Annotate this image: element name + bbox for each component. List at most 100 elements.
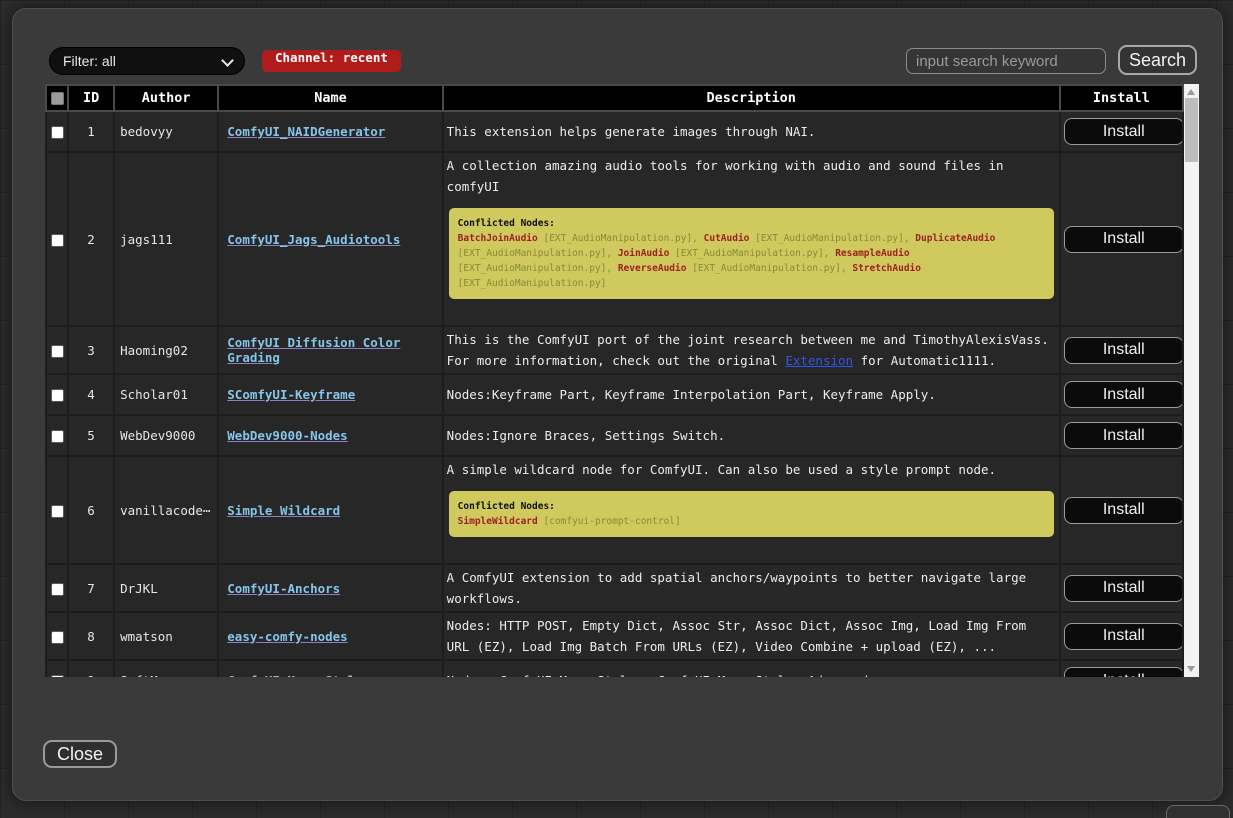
row-install-cell: Install	[1060, 152, 1183, 326]
extension-name-link[interactable]: WebDev9000-Nodes	[227, 428, 347, 443]
row-id: 4	[68, 374, 114, 415]
row-select-cell	[46, 326, 68, 374]
install-button[interactable]: Install	[1064, 667, 1184, 677]
filter-select[interactable]: Filter: all	[49, 47, 245, 75]
conflict-node-source: [EXT_AudioManipulation.py],	[538, 233, 704, 244]
row-description: A ComfyUI extension to add spatial ancho…	[443, 564, 1060, 612]
table-row: 4Scholar01 SComfyUI-Keyframe Nodes:Keyfram…	[46, 374, 1183, 415]
select-all-checkbox[interactable]	[51, 92, 64, 105]
extension-name-link[interactable]: Simple Wildcard	[227, 503, 340, 518]
row-description: Nodes: HTTP POST, Empty Dict, Assoc Str,…	[443, 612, 1060, 660]
scrollbar-thumb[interactable]	[1185, 98, 1198, 162]
background-partial-button	[1166, 805, 1230, 818]
install-button[interactable]: Install	[1064, 337, 1184, 364]
row-name-cell: easy-comfy-nodes	[218, 612, 442, 660]
search-input[interactable]	[906, 48, 1106, 74]
row-checkbox[interactable]	[51, 345, 64, 358]
description-link[interactable]: Extension	[785, 353, 853, 368]
scroll-down-icon[interactable]	[1187, 666, 1195, 672]
table-row: 6vanillacode⋯Simple WildcardA simple wil…	[46, 456, 1183, 564]
scroll-up-icon[interactable]	[1187, 89, 1195, 95]
channel-badge[interactable]: Channel: recent	[262, 50, 401, 72]
extension-name-link[interactable]: ComfyUI-Anchors	[227, 581, 340, 596]
row-checkbox[interactable]	[51, 389, 64, 402]
row-id: 2	[68, 152, 114, 326]
table-area: ID Author Name Description Install 1bedo…	[45, 84, 1199, 677]
table-row: 3Haoming02 ComfyUI Diffusion Color Gradin…	[46, 326, 1183, 374]
install-button[interactable]: Install	[1064, 575, 1184, 602]
conflicted-nodes-box: Conflicted Nodes:SimpleWildcard [comfyui…	[449, 491, 1054, 537]
extension-name-link[interactable]: ComfyUI Diffusion Color Grading	[227, 335, 400, 365]
row-checkbox[interactable]	[51, 430, 64, 443]
table-scrollbar[interactable]	[1184, 84, 1199, 677]
extension-name-link[interactable]: ComfyUI_Jags_Audiotools	[227, 232, 400, 247]
extension-name-link[interactable]: SComfyUI-Keyframe	[227, 387, 355, 402]
row-description: This is the ComfyUI port of the joint re…	[443, 326, 1060, 374]
row-author: WebDev9000	[114, 415, 218, 456]
conflict-node-source: [EXT_AudioManipulation.py]	[458, 278, 607, 289]
table-body: 1bedovyy ComfyUI_NAIDGenerator This extens…	[46, 111, 1183, 677]
row-select-cell	[46, 456, 68, 564]
table-row: 1bedovyy ComfyUI_NAIDGenerator This extens…	[46, 111, 1183, 152]
table-row: 2jags111ComfyUI_Jags_AudiotoolsA collect…	[46, 152, 1183, 326]
row-author: SoftMeng	[114, 660, 218, 677]
row-install-cell: Install	[1060, 612, 1183, 660]
row-checkbox[interactable]	[51, 234, 64, 247]
search-button[interactable]: Search	[1118, 45, 1197, 75]
filter-select-wrap: Filter: all	[49, 47, 245, 75]
row-name-cell: ComfyUI_NAIDGenerator	[218, 111, 442, 152]
table-header-row: ID Author Name Description Install	[46, 85, 1183, 111]
install-button[interactable]: Install	[1064, 623, 1184, 650]
install-button[interactable]: Install	[1064, 226, 1184, 253]
row-select-cell	[46, 612, 68, 660]
row-name-cell: ComfyUI Diffusion Color Grading	[218, 326, 442, 374]
conflict-node-source: [EXT_AudioManipulation.py],	[458, 248, 618, 259]
row-select-cell	[46, 111, 68, 152]
row-description: Nodes:Keyframe Part, Keyframe Interpolat…	[443, 374, 1060, 415]
row-name-cell: ComfyUI_Jags_Audiotools	[218, 152, 442, 326]
row-select-cell	[46, 660, 68, 677]
row-description: This extension helps generate images thr…	[443, 111, 1060, 152]
conflict-node-name: CutAudio	[704, 233, 750, 244]
row-install-cell: Install	[1060, 415, 1183, 456]
row-name-cell: ComfyUI_Mexx_Styler	[218, 660, 442, 677]
row-select-cell	[46, 374, 68, 415]
row-description: A collection amazing audio tools for wor…	[443, 152, 1060, 326]
extension-name-link[interactable]: ComfyUI_NAIDGenerator	[227, 124, 385, 139]
row-id: 5	[68, 415, 114, 456]
row-name-cell: ComfyUI-Anchors	[218, 564, 442, 612]
close-button[interactable]: Close	[43, 740, 117, 768]
row-select-cell	[46, 415, 68, 456]
install-button[interactable]: Install	[1064, 497, 1184, 524]
row-install-cell: Install	[1060, 456, 1183, 564]
row-checkbox[interactable]	[51, 505, 64, 518]
row-checkbox[interactable]	[51, 675, 64, 677]
row-description: A simple wildcard node for ComfyUI. Can …	[443, 456, 1060, 564]
row-id: 3	[68, 326, 114, 374]
row-checkbox[interactable]	[51, 126, 64, 139]
conflicted-nodes-title: Conflicted Nodes:	[458, 216, 1045, 231]
conflict-node-name: DuplicateAudio	[915, 233, 995, 244]
row-author: Scholar01	[114, 374, 218, 415]
conflict-node-name: ResampleAudio	[835, 248, 909, 259]
row-checkbox[interactable]	[51, 583, 64, 596]
select-all-header	[46, 85, 68, 111]
row-name-cell: WebDev9000-Nodes	[218, 415, 442, 456]
install-button[interactable]: Install	[1064, 381, 1184, 408]
header-name: Name	[218, 85, 442, 111]
row-author: bedovyy	[114, 111, 218, 152]
conflict-node-name: SimpleWildcard	[458, 516, 538, 527]
conflicted-nodes-box: Conflicted Nodes:BatchJoinAudio [EXT_Aud…	[449, 208, 1054, 299]
row-install-cell: Install	[1060, 660, 1183, 677]
conflict-node-source: [EXT_AudioManipulation.py],	[749, 233, 915, 244]
row-id: 1	[68, 111, 114, 152]
install-button[interactable]: Install	[1064, 118, 1184, 145]
header-id: ID	[68, 85, 114, 111]
row-author: Haoming02	[114, 326, 218, 374]
install-button[interactable]: Install	[1064, 422, 1184, 449]
row-checkbox[interactable]	[51, 631, 64, 644]
extension-name-link[interactable]: easy-comfy-nodes	[227, 629, 347, 644]
conflict-node-source: [EXT_AudioManipulation.py],	[686, 263, 852, 274]
conflict-node-name: StretchAudio	[852, 263, 921, 274]
extension-name-link[interactable]: ComfyUI_Mexx_Styler	[227, 673, 370, 677]
